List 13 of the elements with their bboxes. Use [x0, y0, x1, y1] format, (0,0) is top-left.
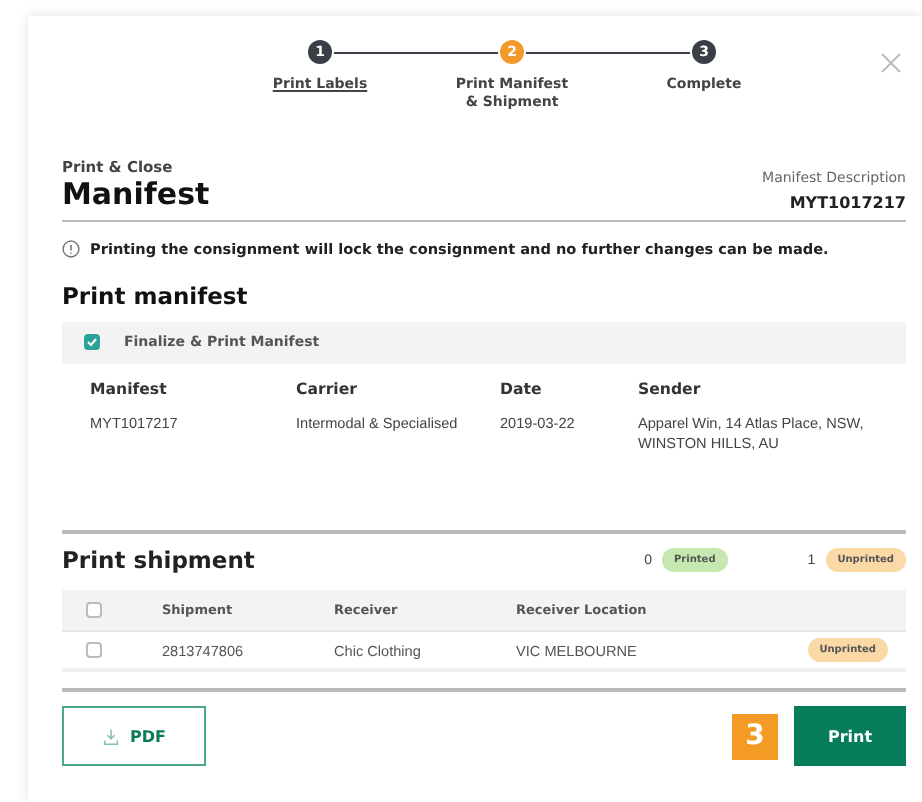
- checkbox[interactable]: [84, 334, 100, 351]
- page-title: Manifest: [62, 175, 210, 212]
- print-button[interactable]: Print: [794, 706, 906, 767]
- download-icon: [102, 727, 121, 746]
- section-title: Print manifest: [62, 281, 250, 310]
- section-title: Print shipment: [62, 546, 257, 575]
- checkbox[interactable]: [86, 642, 102, 659]
- info-icon: [62, 239, 80, 258]
- close-icon[interactable]: [880, 52, 902, 74]
- checkbox[interactable]: [86, 602, 102, 619]
- pdf-button[interactable]: PDF: [62, 706, 206, 767]
- step-callout: 3: [732, 713, 778, 760]
- description-value: MYT1017217: [787, 193, 906, 212]
